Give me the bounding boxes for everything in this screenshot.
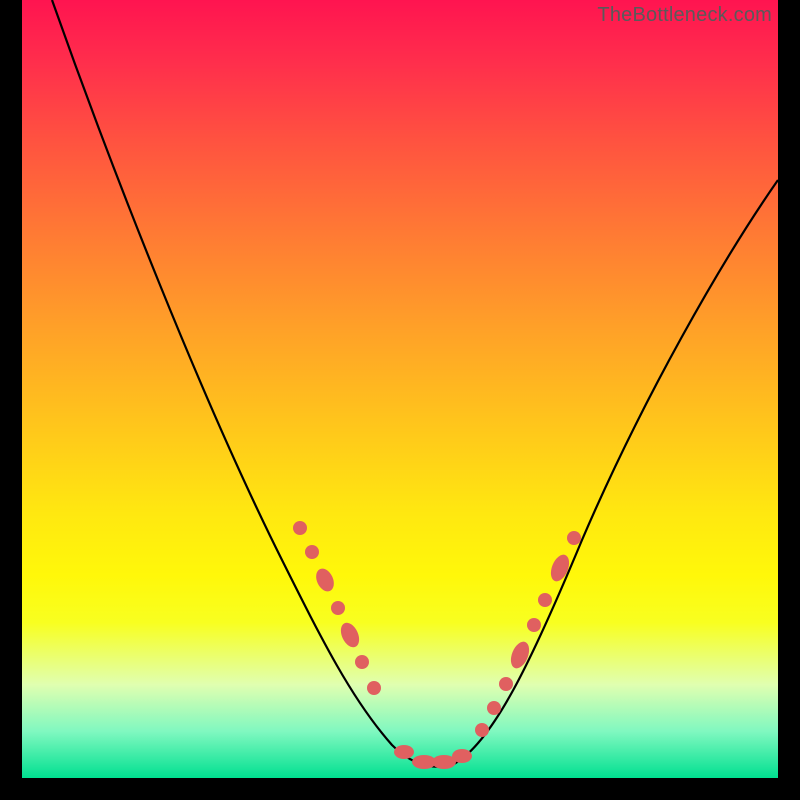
markers-bottom: [394, 745, 472, 769]
chart-canvas: [22, 0, 778, 778]
bottleneck-plot: [22, 0, 778, 778]
watermark-text: TheBottleneck.com: [597, 4, 772, 27]
curve-path: [52, 0, 778, 767]
markers-right: [475, 531, 581, 737]
